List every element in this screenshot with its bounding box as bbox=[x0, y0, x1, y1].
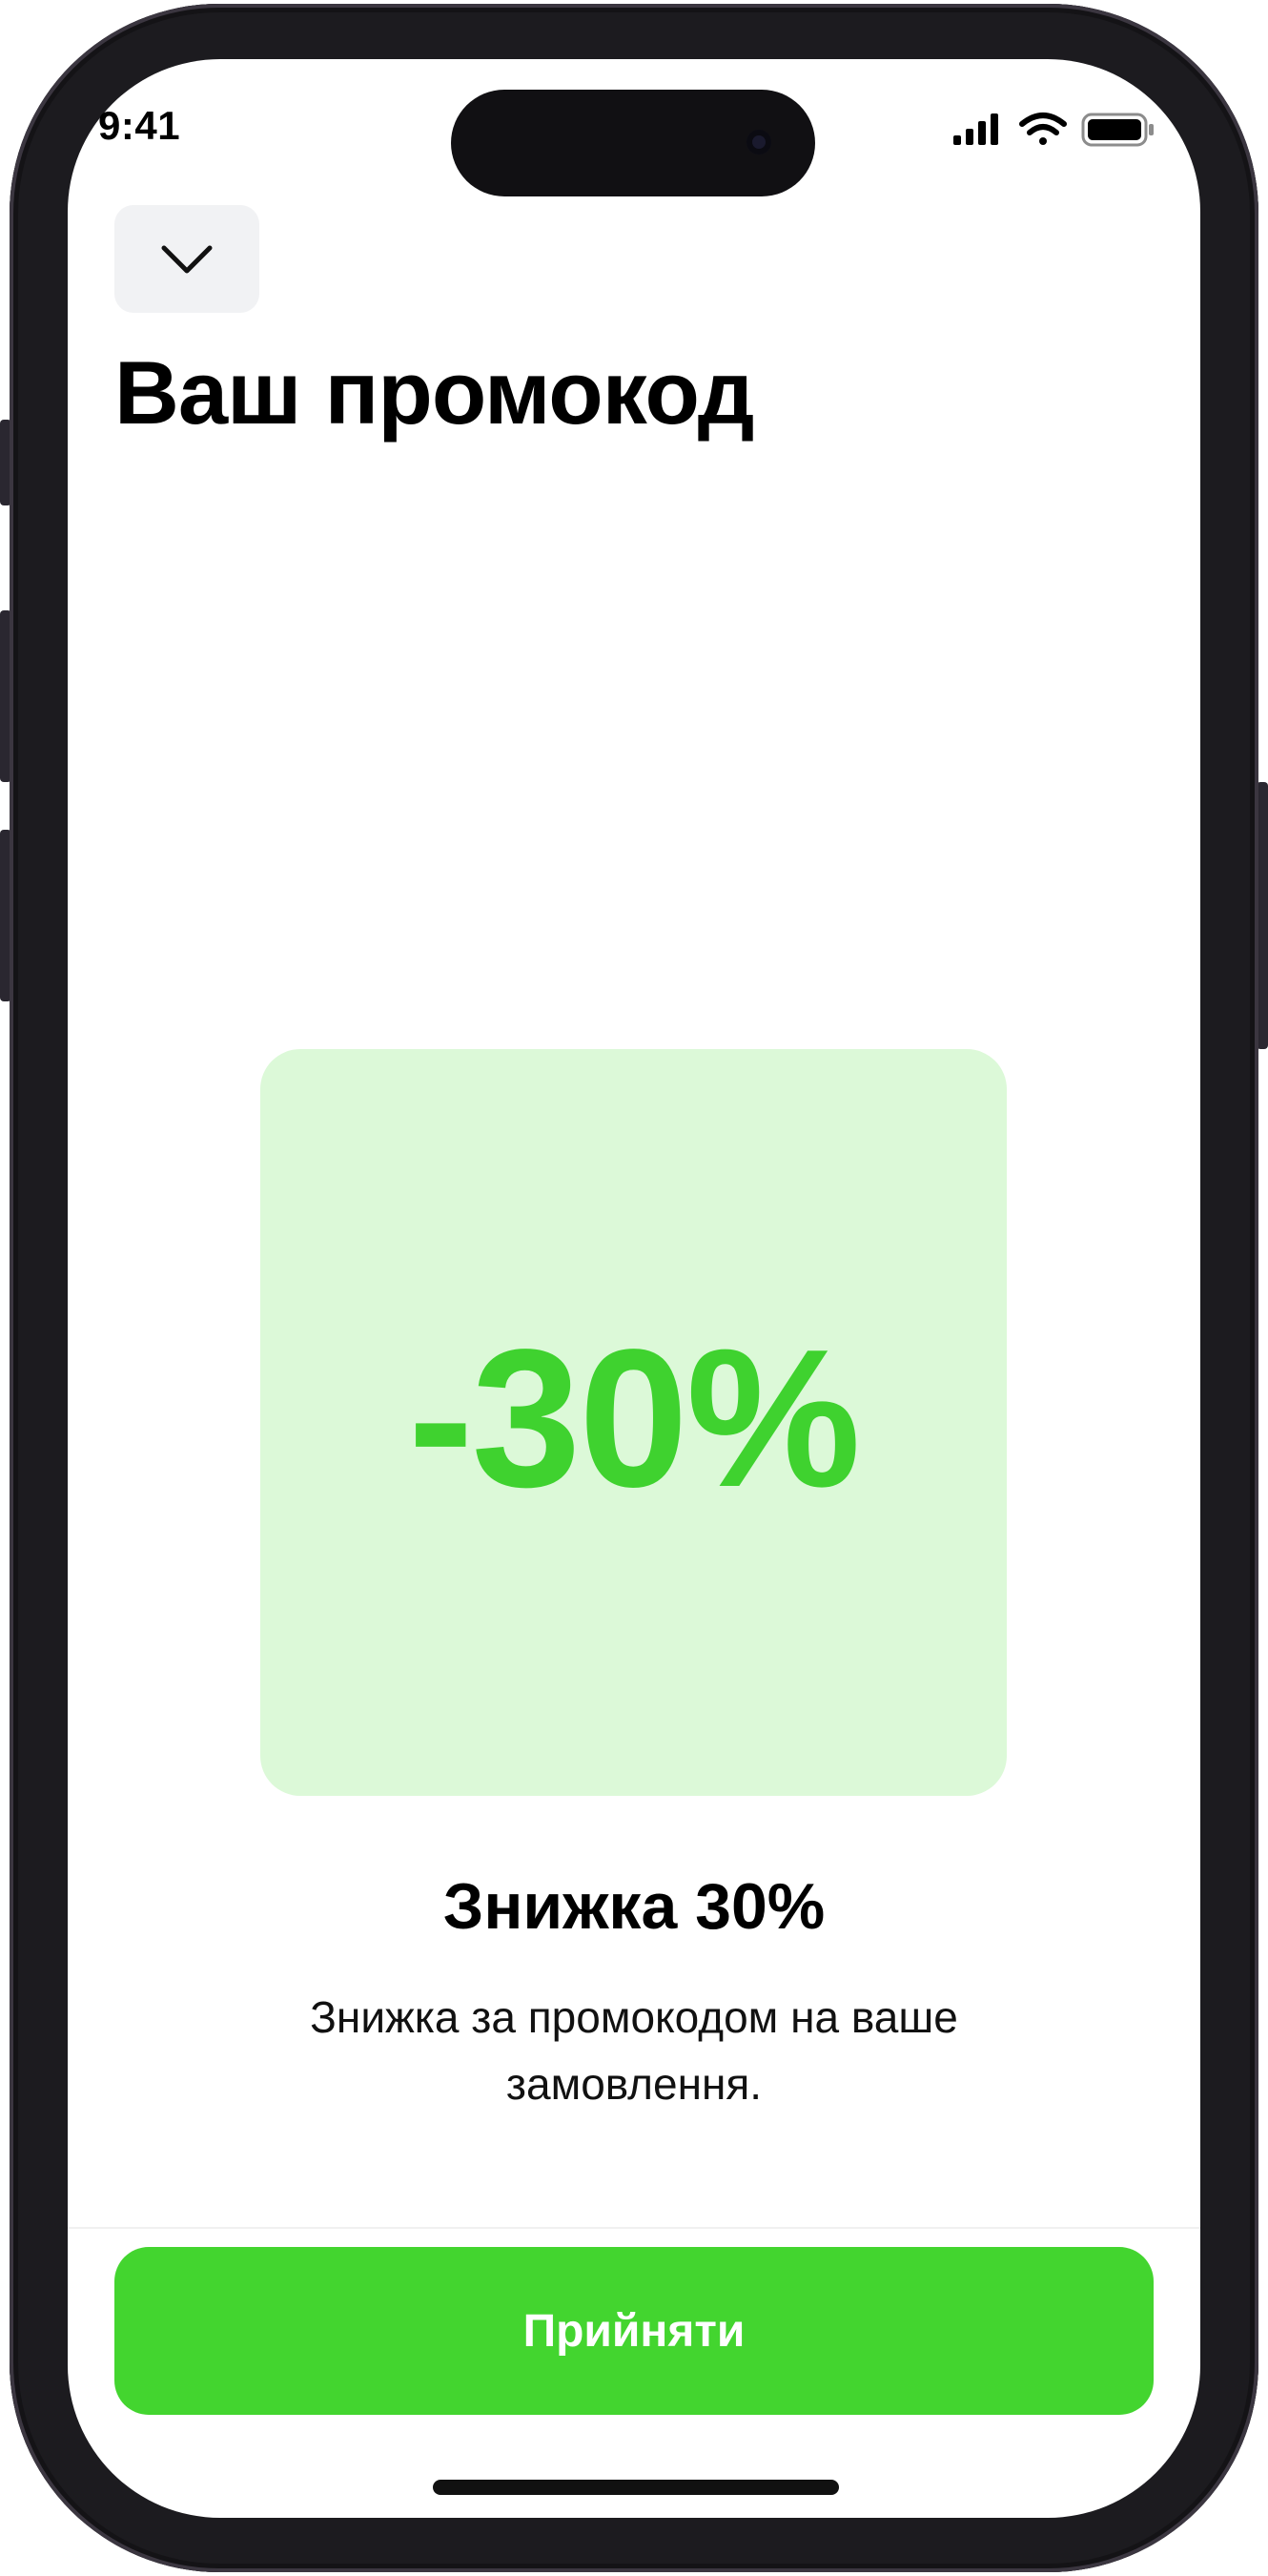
chevron-down-icon bbox=[161, 245, 213, 273]
discount-title: Знижка 30% bbox=[442, 1870, 826, 1943]
discount-description: Знижка за промокодом на ваше замовлення. bbox=[310, 1992, 958, 2109]
home-indicator[interactable] bbox=[433, 2480, 839, 2495]
footer-divider bbox=[68, 2227, 1200, 2229]
wifi-icon bbox=[1019, 113, 1067, 145]
dynamic-island bbox=[451, 90, 815, 196]
battery-icon bbox=[1081, 113, 1154, 147]
status-time: 9:41 bbox=[98, 103, 181, 148]
status-icons bbox=[953, 113, 1154, 147]
phone-device: 9:41 Ваш промокод -30% Знижка 30% Знижка… bbox=[0, 0, 1268, 2576]
close-button[interactable] bbox=[114, 205, 259, 313]
page-title: Ваш промокод bbox=[114, 342, 754, 443]
accept-button[interactable]: Прийняти bbox=[114, 2247, 1154, 2415]
promo-value: -30% bbox=[408, 1308, 861, 1528]
front-camera-icon bbox=[746, 130, 771, 155]
cellular-signal-icon bbox=[953, 113, 998, 145]
promo-card: -30% bbox=[260, 1049, 1007, 1796]
